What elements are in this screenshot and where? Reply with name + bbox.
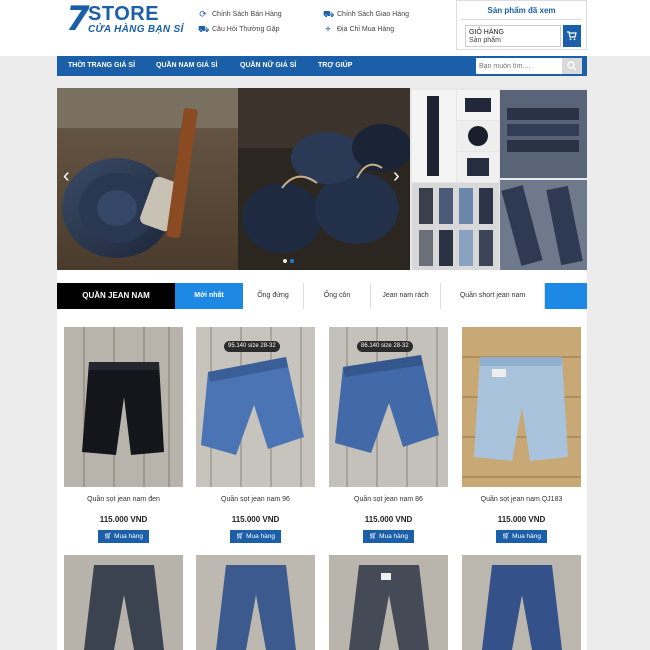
viewed-products-title[interactable]: Sản phẩm đã xem xyxy=(457,6,586,15)
product-tag: 86.140 size 28-32 xyxy=(357,341,413,352)
cart-count: Sản phẩm xyxy=(469,37,501,44)
store-logo[interactable]: 7 STORE CỬA HÀNG BẠN SỈ xyxy=(66,0,186,39)
policy-shipping-link[interactable]: ⛟ Chính Sách Giao Hàng xyxy=(323,10,409,19)
location-icon: ⌖ xyxy=(325,24,331,34)
tab-tapered[interactable]: Ống côn xyxy=(304,283,371,309)
banner-next-arrow[interactable]: › xyxy=(393,166,400,186)
category-title: QUẦN JEAN NAM xyxy=(57,283,175,309)
tab-newest[interactable]: Mới nhất xyxy=(175,283,243,309)
logo-tagline: CỬA HÀNG BẠN SỈ xyxy=(88,24,184,35)
buy-label: Mua hàng xyxy=(379,533,408,540)
cart-icon: 🛒︎ xyxy=(502,533,511,540)
product-image[interactable] xyxy=(462,555,581,650)
product-name[interactable]: Quần sọt jean nam 96 xyxy=(196,496,315,503)
product-image[interactable] xyxy=(196,555,315,650)
product-image[interactable] xyxy=(64,327,183,487)
buy-label: Mua hàng xyxy=(512,533,541,540)
nav-item-men-pants[interactable]: QUẦN NAM GIÁ SỈ xyxy=(156,56,217,76)
faq-link[interactable]: ⛟ Câu Hỏi Thường Gặp xyxy=(198,25,280,34)
cart-label: GIỎ HÀNG xyxy=(469,29,505,36)
banner-dots xyxy=(283,259,294,263)
banner-dot[interactable] xyxy=(283,259,287,263)
product-price: 115.000 VND xyxy=(497,515,546,524)
nav-item-help[interactable]: TRỢ GIÚP xyxy=(318,56,352,76)
buy-label: Mua hàng xyxy=(246,533,275,540)
product-name[interactable]: Quần sọt jean nam đen xyxy=(64,496,183,503)
cart-icon: 🛒︎ xyxy=(236,533,245,540)
policy-label: Câu Hỏi Thường Gặp xyxy=(212,26,280,33)
site-header: 7 STORE CỬA HÀNG BẠN SỈ ⟳ Chính Sách Bán… xyxy=(0,0,650,56)
buy-button[interactable]: 🛒︎ Mua hàng xyxy=(98,530,149,543)
cart-icon: 🛒︎ xyxy=(369,533,378,540)
product-image[interactable]: 95.140 size 28-32 xyxy=(196,327,315,487)
buy-button[interactable]: 🛒︎ Mua hàng xyxy=(230,530,281,543)
refresh-icon: ⟳ xyxy=(199,9,207,19)
search-button[interactable] xyxy=(562,58,582,74)
product-image[interactable]: 86.140 size 28-32 xyxy=(329,327,448,487)
policy-label: Chính Sách Bán Hàng xyxy=(212,11,282,18)
store-address-link[interactable]: ⌖ Địa Chỉ Mua Hàng xyxy=(323,25,394,34)
banner-dot[interactable] xyxy=(290,259,294,263)
banner-prev-arrow[interactable]: ‹ xyxy=(63,166,70,186)
policy-label: Chính Sách Giao Hàng xyxy=(337,11,409,18)
policy-sales-link[interactable]: ⟳ Chính Sách Bán Hàng xyxy=(198,9,282,19)
cart-icon xyxy=(567,31,577,41)
policy-label: Địa Chỉ Mua Hàng xyxy=(337,26,395,33)
banner-image xyxy=(57,88,587,270)
tab-ripped-jeans[interactable]: Jean nam rách xyxy=(371,283,441,309)
buy-button[interactable]: 🛒︎ Mua hàng xyxy=(363,530,414,543)
truck-icon: ⛟ xyxy=(323,9,335,19)
product-image[interactable] xyxy=(462,327,581,487)
product-image[interactable] xyxy=(329,555,448,650)
nav-item-women-pants[interactable]: QUẦN NỮ GIÁ SỈ xyxy=(240,56,296,76)
search-input[interactable] xyxy=(476,58,562,74)
divider xyxy=(461,19,582,20)
nav-item-wholesale-fashion[interactable]: THỜI TRANG GIÁ SỈ xyxy=(68,56,135,76)
cart-button[interactable] xyxy=(563,25,581,47)
viewed-products-box: Sản phẩm đã xem GIỎ HÀNG Sản phẩm xyxy=(456,0,587,50)
buy-label: Mua hàng xyxy=(114,533,143,540)
logo-name: STORE xyxy=(88,3,160,25)
tab-straight-leg[interactable]: Ống đứng xyxy=(243,283,304,309)
cart-summary[interactable]: GIỎ HÀNG Sản phẩm xyxy=(465,25,561,47)
search-icon xyxy=(567,61,577,71)
product-name[interactable]: Quần sọt jean nam QJ183 xyxy=(462,496,581,503)
product-image[interactable] xyxy=(64,555,183,650)
truck-icon: ⛟ xyxy=(198,24,210,34)
product-price: 115.000 VND xyxy=(231,515,280,524)
tab-short-jeans[interactable]: Quần short jean nam xyxy=(441,283,545,309)
product-tag: 95.140 size 28-32 xyxy=(224,341,280,352)
product-price: 115.000 VND xyxy=(364,515,413,524)
product-name[interactable]: Quần sọt jean nam 86 xyxy=(329,496,448,503)
cart-icon: 🛒︎ xyxy=(104,533,113,540)
product-price: 115.000 VND xyxy=(99,515,148,524)
category-tabs: QUẦN JEAN NAM Mới nhất Ống đứng Ống côn … xyxy=(57,283,587,309)
logo-number: 7 xyxy=(66,0,90,39)
buy-button[interactable]: 🛒︎ Mua hàng xyxy=(496,530,547,543)
main-nav: THỜI TRANG GIÁ SỈ QUẦN NAM GIÁ SỈ QUẦN N… xyxy=(57,56,587,76)
hero-banner[interactable]: ‹ › xyxy=(57,88,587,270)
